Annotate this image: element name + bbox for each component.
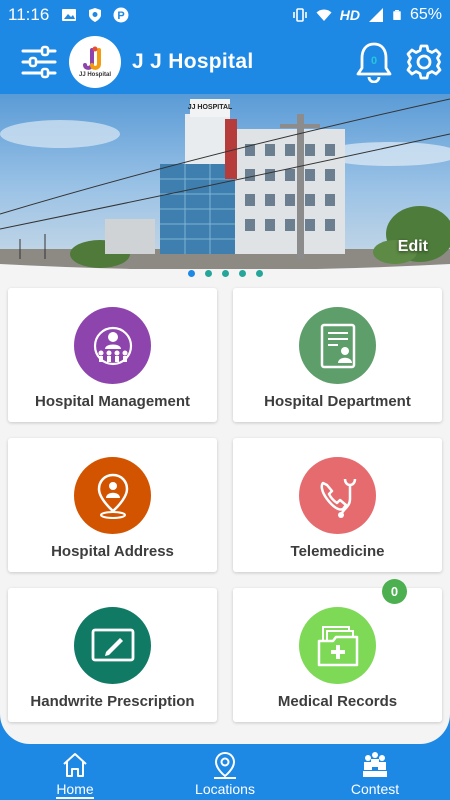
tile-medical-records[interactable]: 0 Medical Records: [233, 579, 442, 722]
tile-label: Hospital Department: [264, 393, 411, 410]
nav-locations[interactable]: Locations: [185, 744, 265, 800]
filter-menu-icon[interactable]: [20, 43, 58, 81]
podium-icon: [363, 752, 387, 777]
shield-icon: [89, 8, 102, 22]
home-icon: [63, 753, 87, 777]
p-app-icon: P: [113, 7, 129, 23]
medical-folder-icon: [299, 607, 376, 684]
tile-label: Hospital Address: [51, 543, 174, 560]
nav-label: Contest: [350, 781, 400, 797]
status-time: 11:16: [8, 5, 50, 24]
tile-label: Handwrite Prescription: [30, 693, 195, 710]
phone-stethoscope-icon: [299, 457, 376, 534]
tile-hospital-management[interactable]: Hospital Management: [8, 288, 217, 422]
carousel-indicator: [0, 269, 450, 279]
app-header: JJ Hospital J J Hospital 0: [0, 30, 450, 94]
hero-banner[interactable]: JJ HOSPITAL Edit: [0, 94, 450, 269]
notification-count: 0: [370, 55, 378, 67]
tile-hospital-address[interactable]: Hospital Address: [8, 438, 217, 572]
battery-level: 65%: [409, 6, 442, 23]
records-count-badge: 0: [382, 579, 407, 604]
people-management-icon: [74, 307, 151, 384]
svg-text:P: P: [118, 10, 125, 22]
notification-icons: P: [61, 7, 129, 23]
tile-label: Medical Records: [277, 693, 398, 710]
department-id-icon: [299, 307, 376, 384]
tile-hospital-department[interactable]: Hospital Department: [233, 288, 442, 422]
status-bar: 11:16 P HD 65%: [0, 0, 450, 30]
nav-label: Locations: [195, 781, 255, 797]
bottom-navigation: Home Locations Contest: [0, 744, 450, 800]
vibrate-icon: [292, 8, 307, 22]
tile-label: Telemedicine: [290, 543, 385, 560]
system-icons: HD 65%: [292, 6, 442, 24]
logo-mark-icon: [83, 46, 101, 70]
building-sign: JJ HOSPITAL: [188, 104, 233, 111]
nav-contest[interactable]: Contest: [340, 744, 410, 800]
carousel-dot[interactable]: [255, 270, 263, 277]
dashboard-content: Hospital Management Hospital Department …: [0, 269, 450, 744]
logo-text: JJ Hospital: [78, 72, 111, 78]
nav-label: Home: [56, 781, 94, 799]
hospital-logo: JJ Hospital: [69, 36, 121, 88]
wifi-icon: [316, 9, 332, 21]
carousel-dot[interactable]: [221, 270, 229, 277]
nav-home[interactable]: Home: [50, 744, 100, 800]
carousel-dot[interactable]: [187, 270, 195, 277]
battery-icon: [393, 10, 401, 20]
tablet-pen-icon: [74, 607, 151, 684]
network-type: HD: [339, 7, 360, 23]
app-title: J J Hospital: [132, 50, 254, 73]
tile-telemedicine[interactable]: Telemedicine: [233, 438, 442, 572]
signal-icon: [368, 8, 383, 22]
gear-icon[interactable]: [405, 43, 443, 81]
image-icon: [62, 9, 77, 21]
tile-handwrite-prescription[interactable]: Handwrite Prescription: [8, 588, 217, 722]
edit-banner-button[interactable]: Edit: [398, 238, 428, 256]
tile-label: Hospital Management: [34, 393, 191, 410]
carousel-dot[interactable]: [238, 270, 246, 277]
location-pin-icon: [74, 457, 151, 534]
map-pin-icon: [214, 751, 236, 779]
carousel-dot[interactable]: [204, 270, 212, 277]
hospital-building-image: JJ HOSPITAL: [0, 98, 450, 269]
notifications-button[interactable]: 0: [355, 41, 393, 84]
